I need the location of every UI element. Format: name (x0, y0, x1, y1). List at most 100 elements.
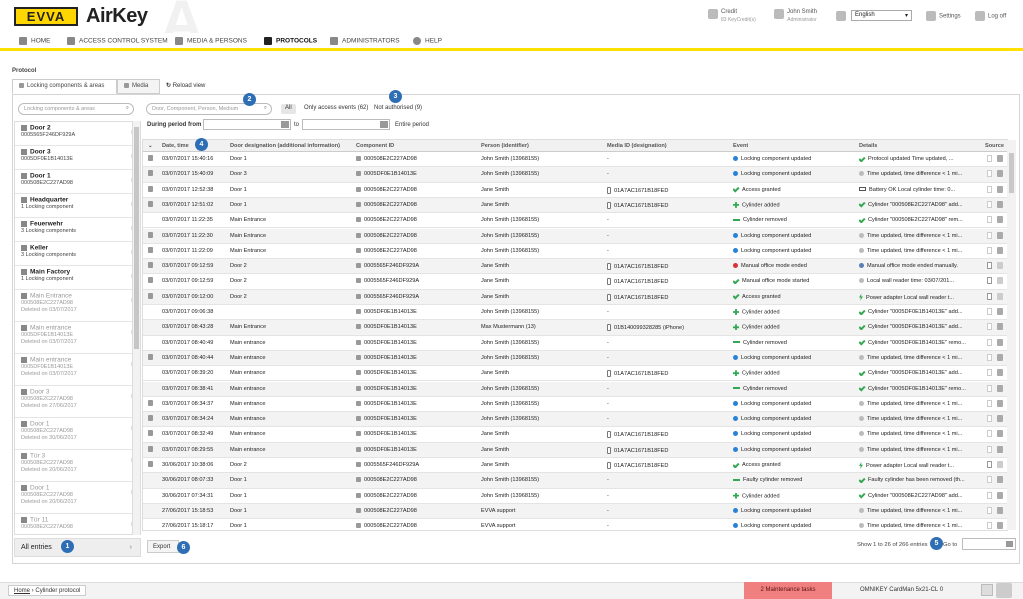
table-row[interactable]: 27/06/2017 15:18:17 Door 1 000508E2C227AD9… (143, 519, 1007, 530)
table-row[interactable]: 03/07/2017 08:43:28 Main Entrance 0005DF0E… (143, 320, 1007, 336)
filter-only-access-button[interactable]: Only access events (62) (300, 104, 372, 114)
col-header-media[interactable]: Media ID (designation) (607, 143, 667, 149)
table-row[interactable]: 27/06/2017 15:18:53 Door 1 000508E2C227AD9… (143, 503, 1007, 520)
nav-administrators[interactable]: ADMINISTRATORS (330, 37, 400, 45)
left-search-input[interactable]: Locking components & areas ⌕ (18, 103, 134, 115)
table-row[interactable]: 03/07/2017 11:22:30 Main Entrance 000508E2… (143, 228, 1007, 244)
table-row[interactable]: 03/07/2017 12:51:02 Door 1 000508E2C227AD9… (143, 197, 1007, 214)
update-icon (733, 247, 738, 253)
col-header-date[interactable]: Date, time (162, 143, 189, 149)
tab-media[interactable]: Media (117, 79, 160, 94)
left-scrollbar[interactable] (132, 121, 140, 535)
table-row[interactable]: 03/07/2017 15:40:16 Door 1 000508E2C227AD9… (143, 152, 1007, 168)
calendar-icon[interactable] (380, 121, 388, 128)
trash-icon[interactable] (148, 185, 153, 192)
reader-dropdown-icon[interactable] (981, 584, 993, 596)
table-row[interactable]: 30/06/2017 07:34:31 Door 1 000508E2C227AD9… (143, 489, 1007, 504)
table-row[interactable]: 03/07/2017 09:12:59 Door 2 0005565F246DF92… (143, 274, 1007, 290)
nav-protocols[interactable]: PROTOCOLS (264, 37, 317, 45)
nav-access-control[interactable]: ACCESS CONTROL SYSTEM (67, 37, 168, 45)
settings-link[interactable]: Settings (926, 11, 961, 21)
list-item[interactable]: Door 30005DF0E1B14013E› (15, 146, 140, 170)
col-header-source[interactable]: Source (985, 143, 1004, 149)
trash-icon[interactable] (148, 445, 153, 452)
credit-widget[interactable]: Credit 83 KeyCredit(s) (708, 8, 756, 24)
col-header-details[interactable]: Details (859, 143, 877, 149)
list-item[interactable]: Keller3 Locking components› (15, 242, 140, 266)
table-row[interactable]: 03/07/2017 08:34:24 Main entrance 0005DF0E… (143, 412, 1007, 428)
trash-icon[interactable] (148, 155, 153, 161)
export-button[interactable]: Export (147, 540, 179, 553)
trash-icon[interactable] (148, 231, 153, 238)
table-row[interactable]: 03/07/2017 08:39:20 Main entrance 0005DF0E… (143, 366, 1007, 382)
trash-icon[interactable] (148, 461, 153, 467)
table-scrollbar[interactable] (1007, 140, 1016, 530)
col-header-person[interactable]: Person (identifier) (481, 143, 529, 149)
table-row[interactable]: 30/06/2017 10:38:06 Door 2 0005565F246DF92… (143, 458, 1007, 474)
trash-icon[interactable] (148, 170, 153, 177)
list-item[interactable]: Door 3 000508E2C227AD98 Deleted on 27/06/2… (15, 386, 140, 418)
table-row[interactable]: 03/07/2017 15:40:09 Door 3 0005DF0E1B14013… (143, 167, 1007, 183)
table-row[interactable]: 03/07/2017 09:06:38 0005DF0E1B14013E John … (143, 305, 1007, 321)
trash-icon[interactable] (148, 200, 153, 207)
maintenance-tasks-button[interactable]: 2 Maintenance tasks (744, 582, 832, 599)
list-item[interactable]: Tür 11000508E2C227AD98› (15, 514, 140, 534)
col-header-component[interactable]: Component ID (356, 143, 394, 149)
calendar-icon[interactable] (1006, 541, 1013, 547)
breadcrumb-home-link[interactable]: Home (14, 588, 30, 594)
goto-input[interactable] (962, 538, 1016, 550)
sort-chevron-icon[interactable]: ⌄ (148, 143, 153, 149)
table-row[interactable]: 03/07/2017 11:22:09 Main Entrance 000508E2… (143, 244, 1007, 260)
reload-view-button[interactable]: ↻ Reload view (166, 82, 205, 89)
date-from-input[interactable] (203, 119, 291, 130)
table-row[interactable]: 03/07/2017 09:12:59 Door 2 0005565F246DF92… (143, 259, 1007, 275)
table-row[interactable]: 03/07/2017 08:29:55 Main entrance 0005DF0E… (143, 442, 1007, 458)
table-row[interactable]: 03/07/2017 08:34:37 Main entrance 0005DF0E… (143, 397, 1007, 413)
list-item[interactable]: Main Factory1 Locking component› (15, 266, 140, 290)
filter-all-button[interactable]: All (281, 104, 296, 114)
nav-media-persons[interactable]: MEDIA & PERSONS (175, 37, 247, 45)
list-item[interactable]: Door 20005565F246DF929A› (15, 122, 140, 146)
list-item[interactable]: Main entrance 0005DF0E1B14013E Deleted on … (15, 322, 140, 354)
table-row[interactable]: 03/07/2017 11:22:35 Main Entrance 000508E2… (143, 213, 1007, 229)
left-scrollbar-thumb[interactable] (134, 127, 139, 349)
evva-logo[interactable]: EVVA (14, 7, 78, 26)
list-item[interactable]: Tür 3 000508E2C227AD98 Deleted on 20/06/20… (15, 450, 140, 482)
list-item[interactable]: Door 1 000508E2C227AD98 Deleted on 30/06/2… (15, 418, 140, 450)
trash-icon[interactable] (148, 262, 153, 269)
list-item[interactable]: Headquarter1 Locking component› (15, 194, 140, 218)
filter-not-authorised-button[interactable]: Not authorised (9) (370, 104, 426, 114)
trash-icon[interactable] (148, 292, 153, 299)
list-item[interactable]: Main Entrance 000508E2C227AD98 Deleted on … (15, 290, 140, 322)
table-row[interactable]: 03/07/2017 08:40:49 Main entrance 0005DF0E… (143, 336, 1007, 351)
calendar-icon[interactable] (281, 121, 289, 128)
table-row[interactable]: 03/07/2017 08:40:44 Main entrance 0005DF0E… (143, 350, 1007, 367)
table-row[interactable]: 03/07/2017 09:12:00 Door 2 0005565F246DF92… (143, 289, 1007, 305)
table-row[interactable]: 30/06/2017 08:07:33 Door 1 000508E2C227AD9… (143, 473, 1007, 489)
col-header-event[interactable]: Event (733, 143, 748, 149)
table-scrollbar-thumb[interactable] (1009, 153, 1014, 193)
list-item[interactable]: Door 1000508E2C227AD98› (15, 170, 140, 194)
table-row[interactable]: 03/07/2017 08:38:41 Main entrance 0005DF0E… (143, 381, 1007, 397)
list-item[interactable]: Door 1 000508E2C227AD98 Deleted on 20/06/2… (15, 482, 140, 514)
trash-icon[interactable] (148, 430, 153, 437)
trash-icon[interactable] (148, 415, 153, 422)
table-row[interactable]: 03/07/2017 08:32:49 Main entrance 0005DF0E… (143, 427, 1007, 443)
list-item[interactable]: Feuerwehr3 Locking components› (15, 218, 140, 242)
trash-icon[interactable] (148, 399, 153, 406)
language-select[interactable]: English ▾ (851, 10, 912, 21)
table-row[interactable]: 03/07/2017 12:52:38 Door 1 000508E2C227AD9… (143, 183, 1007, 198)
trash-icon[interactable] (148, 246, 153, 253)
trash-icon[interactable] (148, 277, 153, 284)
logoff-link[interactable]: Log off (975, 11, 1006, 21)
entire-period-button[interactable]: Entire period (395, 122, 429, 128)
list-item[interactable]: Main entrance 0005DF0E1B14013E Deleted on … (15, 354, 140, 386)
col-header-door[interactable]: Door designation (additional information… (230, 143, 340, 149)
nav-home[interactable]: HOME (19, 37, 51, 45)
date-to-input[interactable] (302, 119, 390, 130)
nav-help[interactable]: HELP (413, 37, 442, 45)
tab-locking-components[interactable]: Locking components & areas (12, 79, 117, 94)
user-widget[interactable]: John Smith Administrator (774, 8, 817, 24)
trash-icon[interactable] (148, 353, 153, 360)
all-entries-button[interactable]: All entries › (14, 538, 141, 557)
